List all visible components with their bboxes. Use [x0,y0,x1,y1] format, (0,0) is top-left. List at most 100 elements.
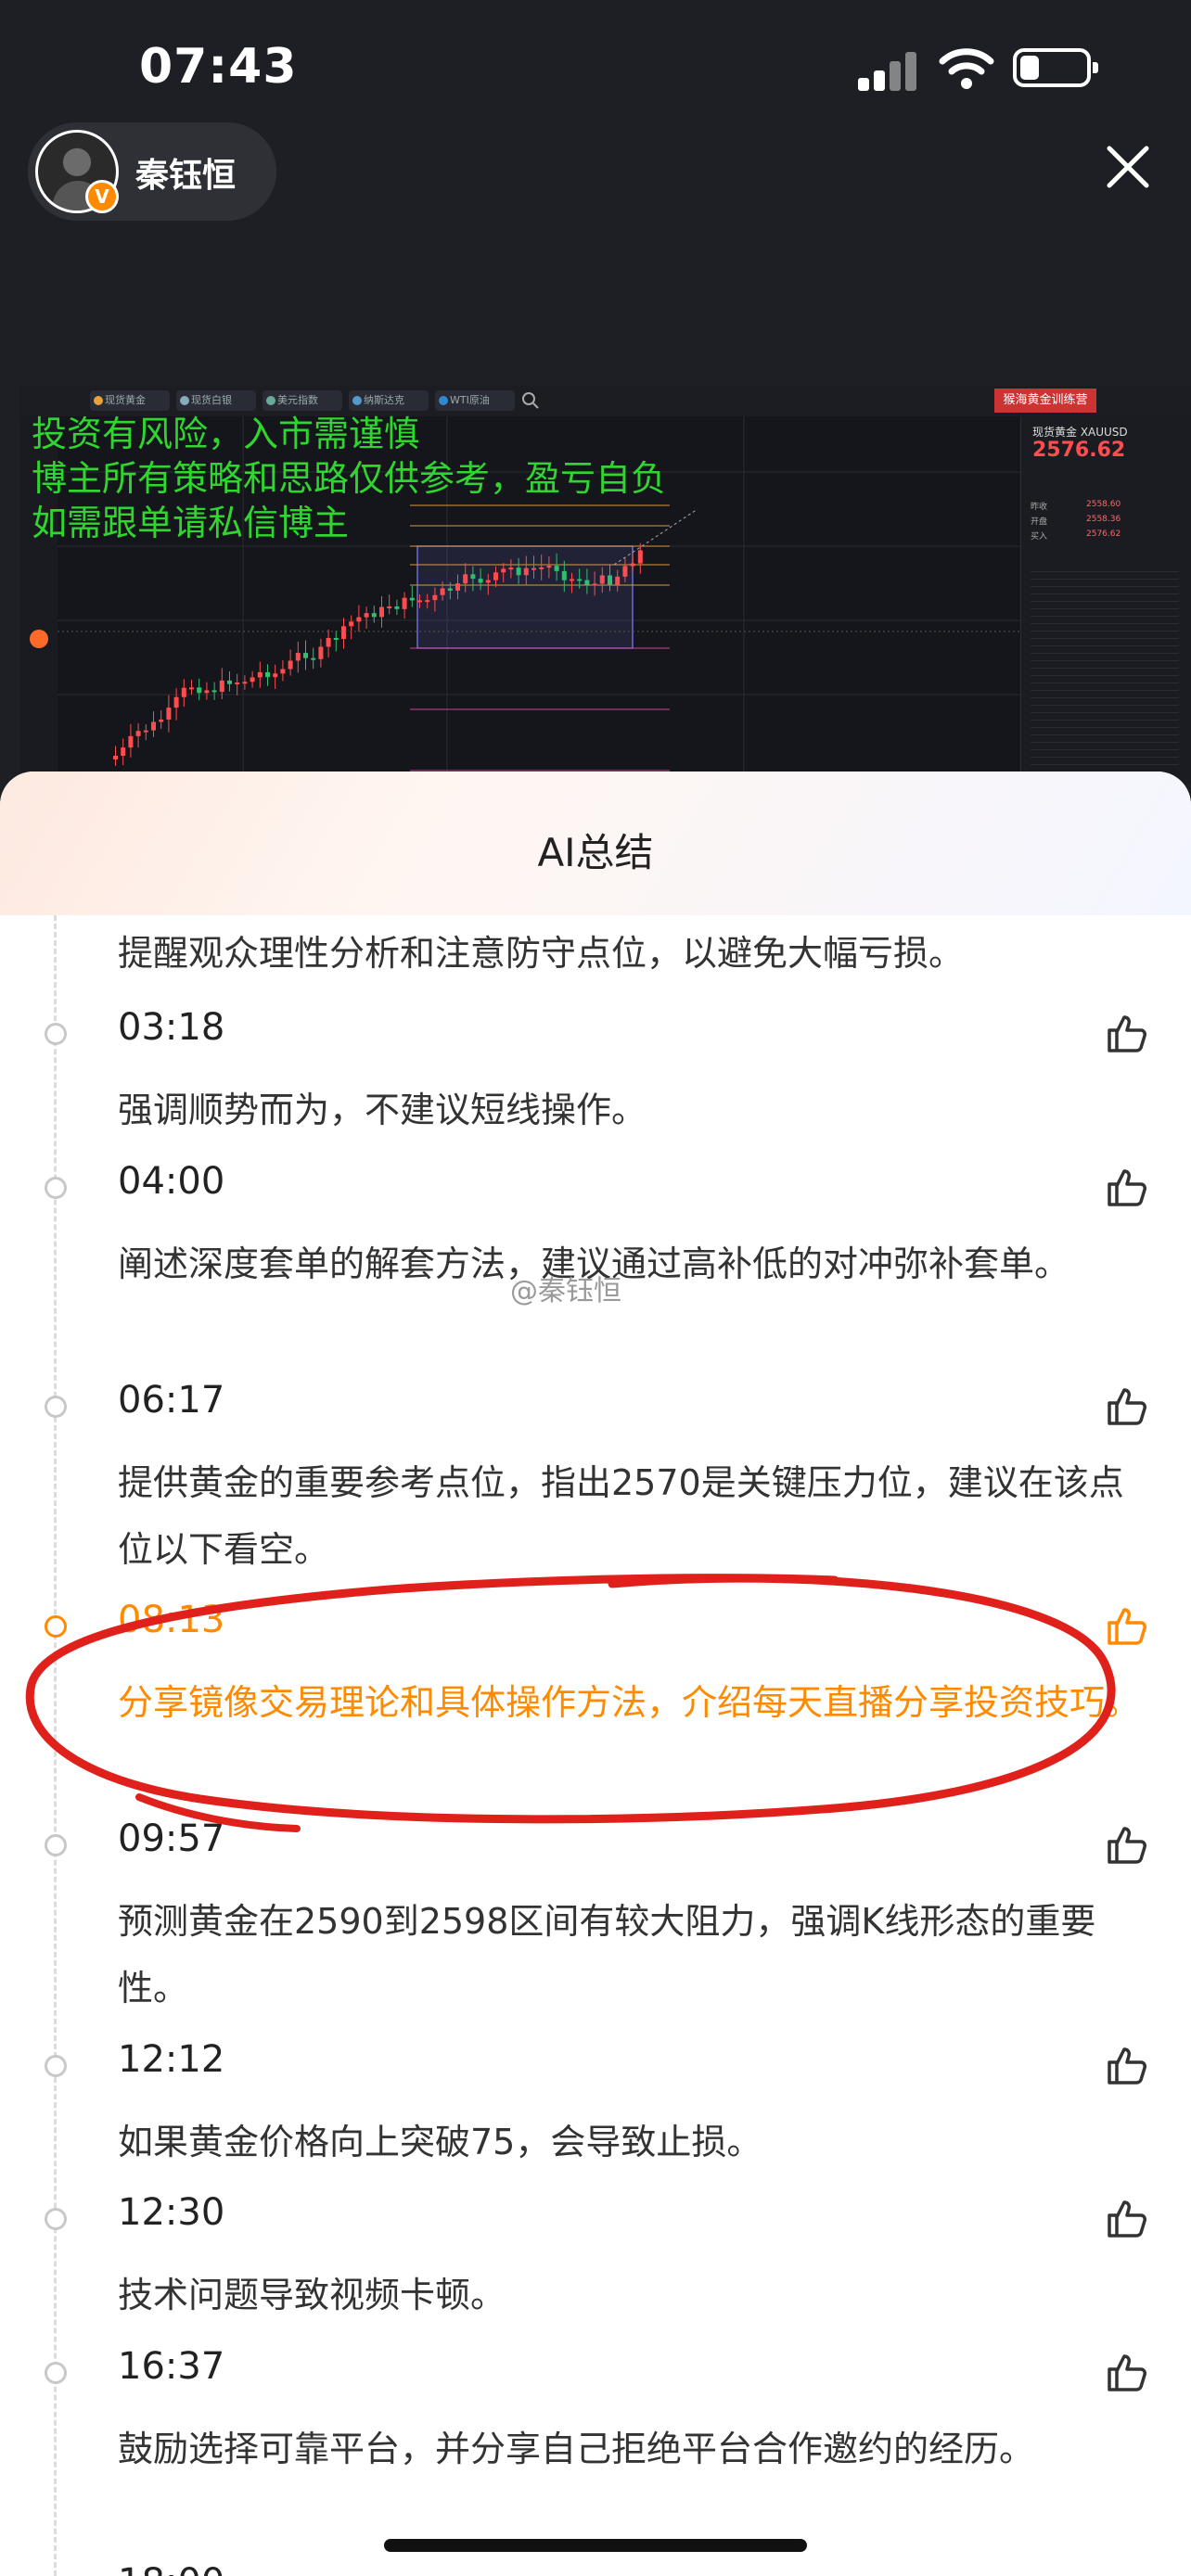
candle-body [570,579,574,581]
candle-body [219,680,224,693]
timeline-node [45,1177,67,1199]
candle-body [250,677,255,682]
thumbs-up-icon[interactable] [1104,1166,1148,1210]
candle-body [501,568,506,573]
candle-body [539,567,544,569]
candle-body [173,696,179,708]
candle-body [478,579,483,583]
quote-panel: 现货黄金 XAUUSD 2576.62 昨收 2558.60 开盘 2558.36 … [1020,416,1191,784]
candle-body [561,570,567,580]
candle-body [608,575,612,585]
candle-body [615,576,621,585]
entry-timestamp[interactable]: 08:13 [118,1599,224,1641]
home-indicator[interactable] [384,2539,807,2552]
candle-body [584,580,590,585]
entry-timestamp[interactable]: 04:00 [118,1160,224,1203]
symbol-tab[interactable]: WTI原油 [435,390,515,411]
candle-body [273,673,278,678]
candle-body [379,606,384,618]
candle-body [197,687,202,694]
status-bar: 07:43 [0,0,1191,139]
entry-timestamp[interactable]: 12:30 [118,2191,224,2234]
candle-body [326,637,331,647]
candle-body [485,580,491,583]
entry-timestamp[interactable]: 09:57 [118,1817,224,1860]
candle-body [417,600,422,603]
trade-ticks-list [1031,565,1179,769]
candle-body [546,566,552,568]
candle-body [599,575,605,584]
timeline-node [45,1396,67,1418]
candle-body [455,583,460,591]
entry-timestamp[interactable]: 12:12 [118,2038,224,2081]
candle-body [394,606,400,609]
candle-body [211,690,217,693]
candle-body [364,613,369,618]
thumbs-up-icon[interactable] [1104,2351,1148,2395]
candle-body [637,550,643,564]
timeline-node [45,2055,67,2077]
entry-text: 技术问题导致视频卡顿。 [118,2275,506,2315]
candle-body [288,660,293,670]
candle-body [493,572,498,580]
risk-disclaimer: 博主所有策略和思路仅供参考，盈亏自负 [32,458,667,499]
search-icon[interactable] [521,391,540,410]
entry-timestamp[interactable]: 06:17 [118,1379,224,1422]
candle-body [151,721,156,731]
username[interactable]: 秦钰恒 [135,148,236,197]
candle-body [577,579,583,581]
candle-body [166,708,172,720]
summary-text-partial: 提醒观众理性分析和注意防守点位，以避免大幅亏损。 [118,933,965,974]
candle-body [257,671,263,678]
timeline-node [45,1834,67,1856]
entry-text: 阐述深度套单的解套方法，建议通过高补低的对冲弥补套单。 [118,1243,1070,1284]
status-time: 07:43 [139,39,298,95]
candle-body [402,597,407,609]
entry-timestamp-cut-off[interactable]: 18:00 [118,2561,224,2576]
candle-body [204,690,210,694]
entry-timestamp[interactable]: 16:37 [118,2345,224,2388]
timeline-node [45,2208,67,2230]
entry-text: 预测黄金在2590到2598区间有较大阻力，强调K线形态的重要性。 [118,1901,1096,2009]
thumbs-up-icon[interactable] [1104,2197,1148,2241]
candle-body [447,588,453,591]
timeline-node [45,1023,67,1045]
candle-body [523,567,529,576]
candle-body [295,653,301,661]
candle-body [318,646,324,659]
candle-body [440,588,445,595]
risk-disclaimer: 投资有风险，入市需谨慎 [32,414,420,454]
candle-body [425,600,430,603]
thumbs-up-icon[interactable] [1104,1823,1148,1868]
thumbs-up-icon[interactable] [1104,1012,1148,1056]
candle-body [227,680,232,684]
video-player[interactable]: 现货黄金 现货白银 美元指数 纳斯达克 WTI原油 猴海黄金训练营 现货黄金 X… [20,385,1191,784]
candle-body [341,626,346,639]
entry-text: 分享镜像交易理论和具体操作方法，介绍每天直播分享投资技巧。 [118,1682,1141,1723]
close-icon[interactable] [1100,139,1156,195]
candle-body [265,671,270,678]
candle-body [235,682,240,685]
thumbs-up-icon[interactable] [1104,1604,1148,1649]
candle-body [181,687,186,697]
candle-body [463,574,468,584]
entry-text: 提供黄金的重要参考点位，指出2570是关键压力位，建议在该点位以下看空。 [118,1462,1124,1570]
entry-text: 鼓励选择可靠平台，并分享自己拒绝平台合作邀约的经历。 [118,2429,1035,2469]
candle-body [333,637,339,640]
candle-body [371,613,377,618]
candle-body [508,567,514,570]
candle-body [143,730,148,733]
thumbs-up-icon[interactable] [1104,2044,1148,2088]
entry-timestamp[interactable]: 03:18 [118,1006,224,1049]
timeline-rail [54,915,57,2576]
candle-body [113,756,118,759]
thumbs-up-icon[interactable] [1104,1384,1148,1429]
candle-body [531,567,536,570]
candle-body [349,621,354,627]
candle-body [409,597,415,601]
sheet-title: AI总结 [537,830,654,875]
battery-icon [1013,48,1098,87]
quote-symbol: 现货黄金 XAUUSD [1032,426,1128,439]
candle-body [189,687,194,690]
candle-body [622,566,628,577]
